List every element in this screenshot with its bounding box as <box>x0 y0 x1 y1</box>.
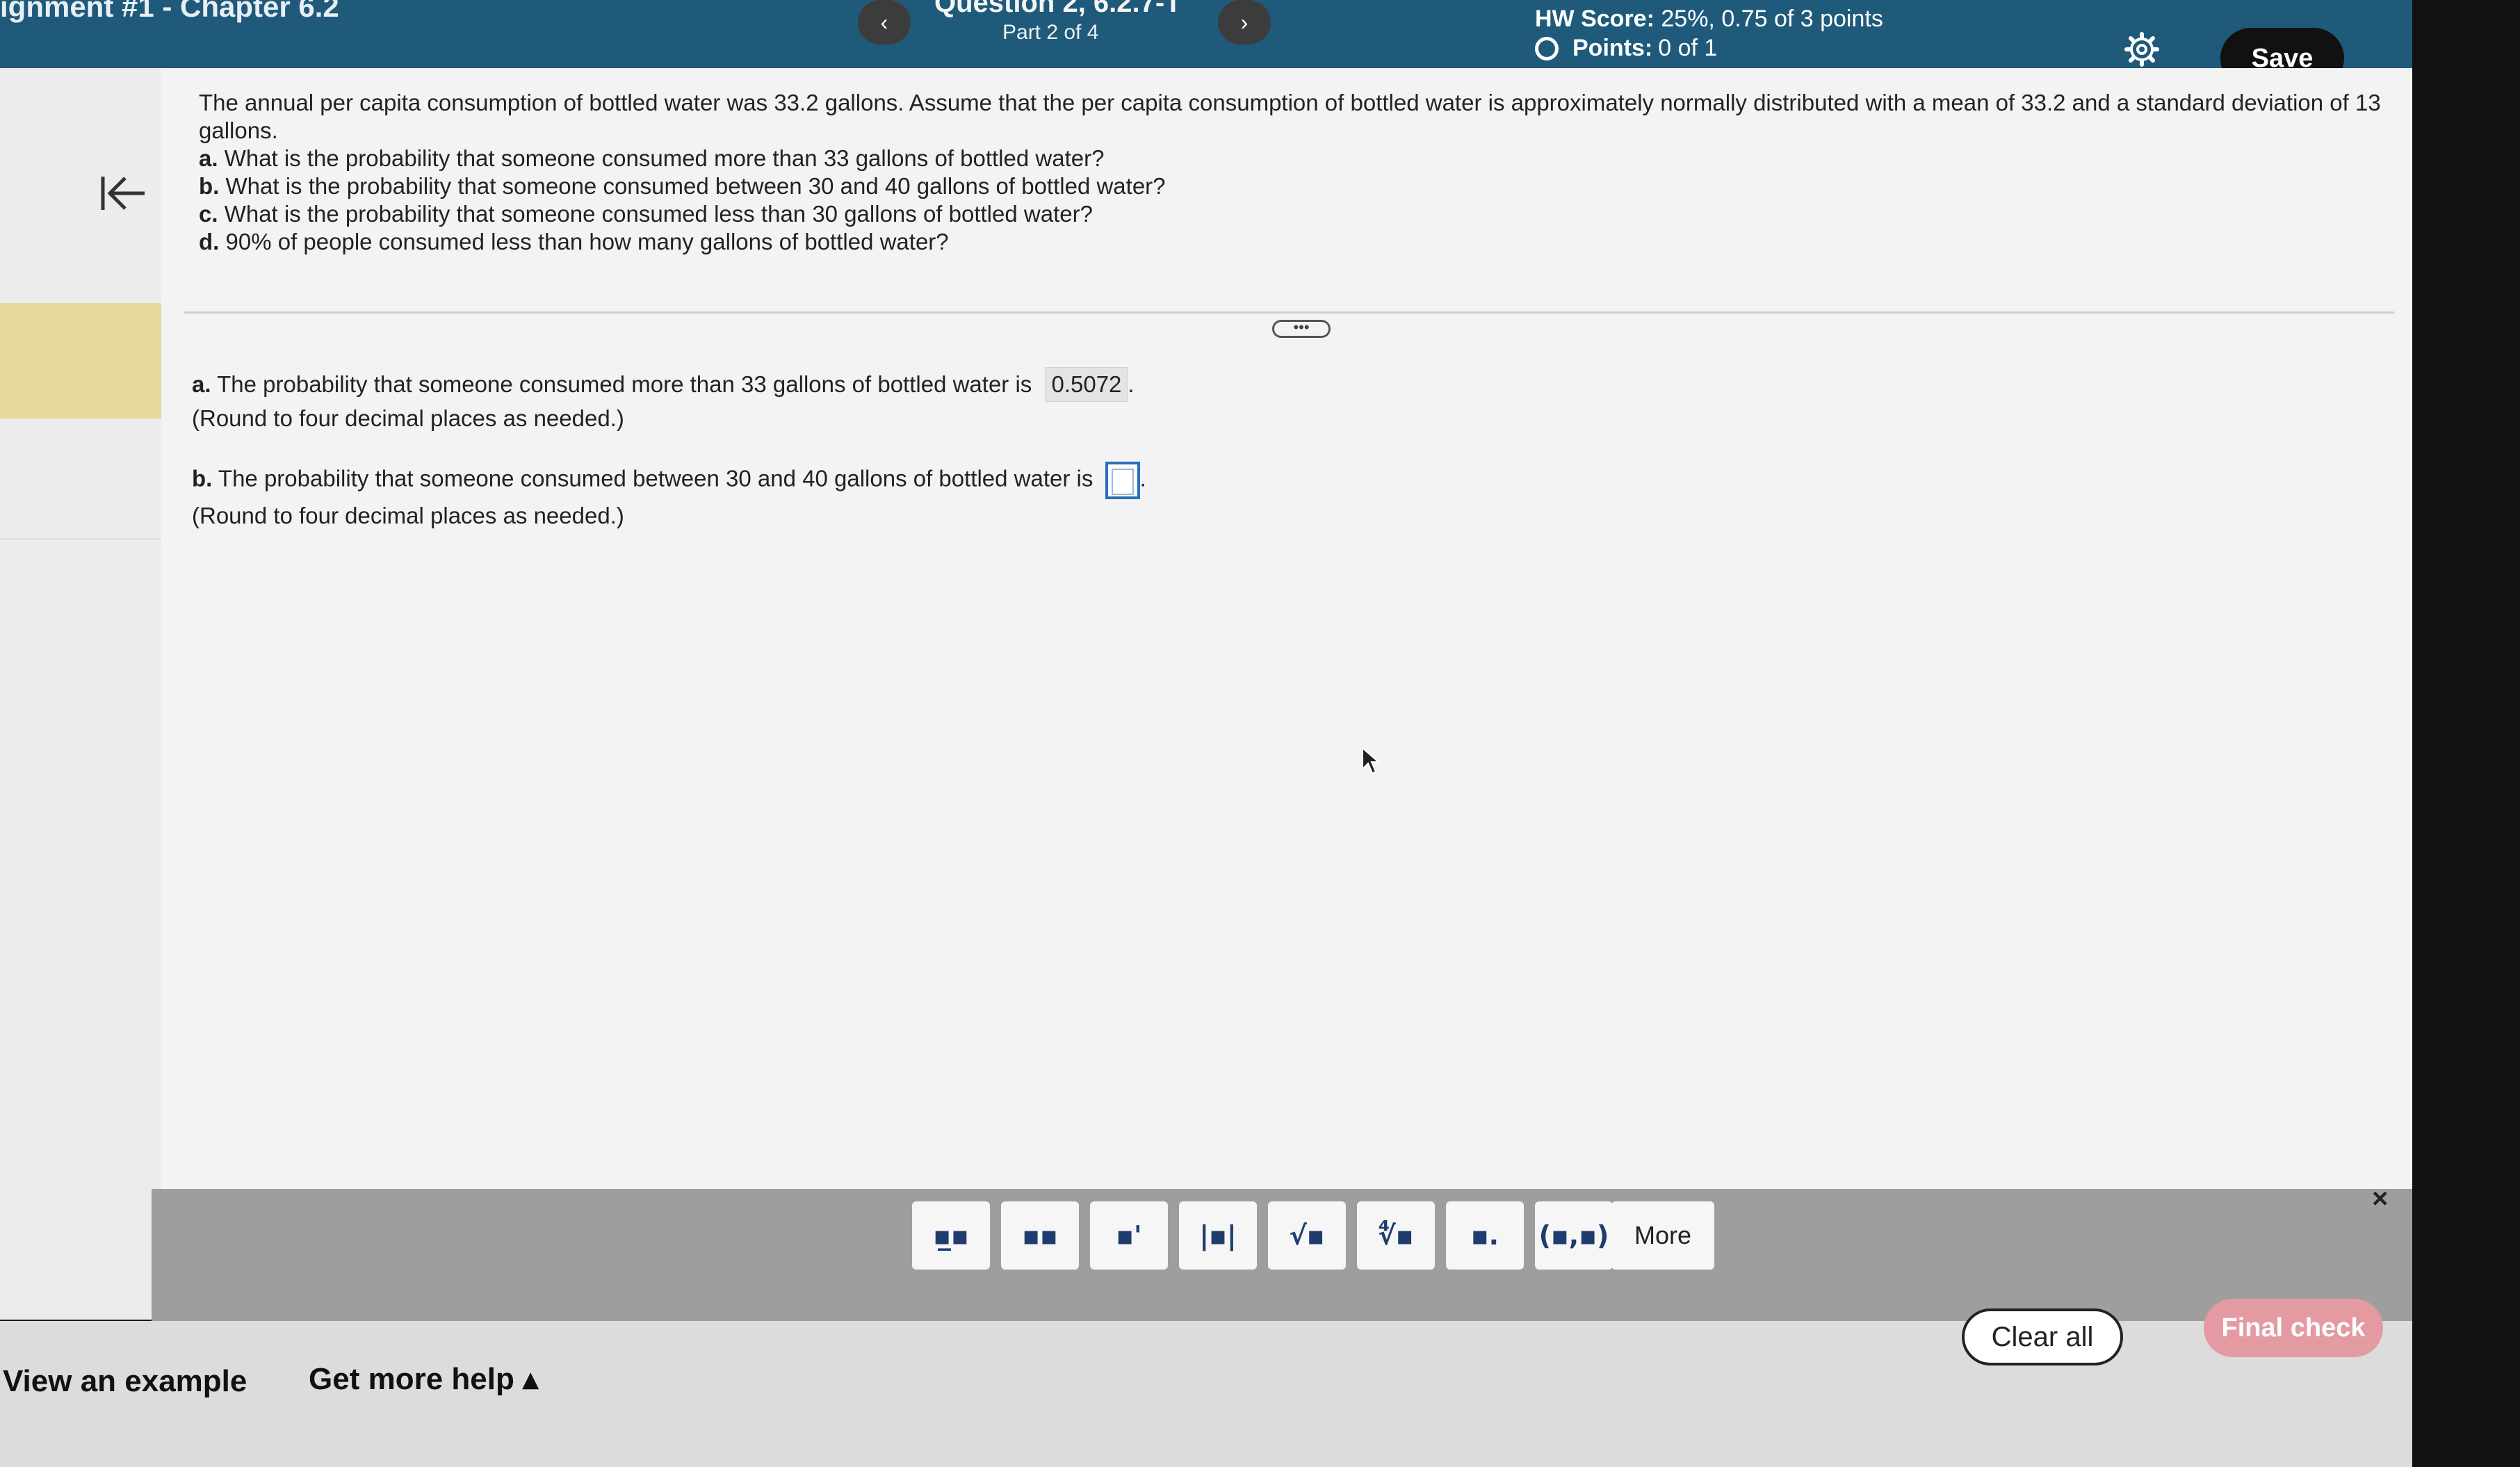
points-status: Points: 0 of 1 <box>1535 35 1717 62</box>
square-root-tool[interactable]: √▪ <box>1268 1201 1346 1270</box>
answer-text: The probability that someone consumed mo… <box>217 371 1032 397</box>
subscript-tool[interactable]: ▪. <box>1446 1201 1524 1270</box>
question-panel: The annual per capita consumption of bot… <box>161 68 2412 1222</box>
part-text: What is the probability that someone con… <box>224 201 1093 227</box>
question-part-c: c. What is the probability that someone … <box>199 200 2403 228</box>
question-part-d: d. 90% of people consumed less than how … <box>199 228 2403 256</box>
question-part-a: a. What is the probability that someone … <box>199 145 2403 172</box>
absolute-value-tool[interactable]: |▪| <box>1179 1201 1257 1270</box>
previous-question-button[interactable]: ‹ <box>858 0 911 44</box>
part-text: What is the probability that someone con… <box>224 145 1105 171</box>
status-circle-icon <box>1535 36 1559 60</box>
top-header: ignment #1 - Chapter 6.2 ‹ Question 2, 6… <box>0 0 2412 89</box>
get-more-help-link[interactable]: Get more help ▴ <box>309 1361 538 1397</box>
hw-score-value: 25%, 0.75 of 3 points <box>1661 6 1883 32</box>
mouse-cursor-icon <box>1362 747 1379 775</box>
answer-text: The probability that someone consumed be… <box>218 465 1094 492</box>
close-toolbar-icon[interactable]: × <box>2372 1183 2388 1215</box>
part-letter: d. <box>199 229 220 254</box>
part-letter: b. <box>199 173 220 199</box>
part-indicator: Part 2 of 4 <box>1002 21 1099 44</box>
fraction-tool[interactable]: ▪̲▪ <box>912 1201 990 1270</box>
footer-bar: View an example Get more help ▴ <box>0 1321 2520 1467</box>
exponent-tool[interactable]: ▪' <box>1090 1201 1168 1270</box>
part-letter: a. <box>199 145 218 171</box>
rounding-hint: (Round to four decimal places as needed.… <box>192 405 624 431</box>
mixed-number-tool[interactable]: ▪▪ <box>1001 1201 1079 1270</box>
current-question-highlight[interactable] <box>0 303 161 419</box>
points-value: 0 of 1 <box>1658 35 1718 61</box>
more-tools-button[interactable]: More <box>1611 1201 1714 1270</box>
hw-score-label: HW Score: <box>1535 6 1655 32</box>
math-toolbar: ▪̲▪ ▪▪ ▪' |▪| √▪ ∜▪ ▪. (▪,▪) More <box>152 1189 2412 1321</box>
answer-a-value: 0.5072 <box>1045 367 1128 402</box>
answer-b-input[interactable] <box>1105 462 1140 499</box>
question-intro: The annual per capita consumption of bot… <box>199 90 2381 143</box>
resize-handle[interactable]: ••• <box>1272 320 1331 338</box>
answer-part-a: a. The probability that someone consumed… <box>192 367 1135 435</box>
screen-bezel <box>2412 0 2520 1467</box>
nth-root-tool[interactable]: ∜▪ <box>1357 1201 1435 1270</box>
assignment-title: ignment #1 - Chapter 6.2 <box>0 0 339 23</box>
gear-icon[interactable] <box>2124 32 2159 67</box>
sidebar-divider <box>0 538 161 540</box>
hw-score: HW Score: 25%, 0.75 of 3 points <box>1535 6 1883 33</box>
question-text: The annual per capita consumption of bot… <box>199 89 2403 256</box>
answer-letter: b. <box>192 465 213 492</box>
points-label: Points: <box>1572 35 1653 61</box>
view-example-link[interactable]: View an example <box>3 1364 247 1399</box>
clear-all-button[interactable]: Clear all <box>1962 1308 2123 1365</box>
part-letter: c. <box>199 201 218 227</box>
collapse-sidebar-icon[interactable] <box>99 172 147 214</box>
part-text: 90% of people consumed less than how man… <box>225 229 949 254</box>
final-check-button[interactable]: Final check <box>2204 1299 2383 1357</box>
question-part-b: b. What is the probability that someone … <box>199 172 2403 200</box>
answer-part-b: b. The probability that someone consumed… <box>192 462 1146 533</box>
answer-letter: a. <box>192 371 211 397</box>
section-divider <box>184 311 2394 314</box>
next-question-button[interactable]: › <box>1218 0 1271 44</box>
left-sidebar <box>0 68 161 1320</box>
rounding-hint: (Round to four decimal places as needed.… <box>192 503 624 528</box>
ordered-pair-tool[interactable]: (▪,▪) <box>1535 1201 1613 1270</box>
question-title: Question 2, 6.2.7-T <box>934 0 1182 18</box>
part-text: What is the probability that someone con… <box>225 173 1166 199</box>
